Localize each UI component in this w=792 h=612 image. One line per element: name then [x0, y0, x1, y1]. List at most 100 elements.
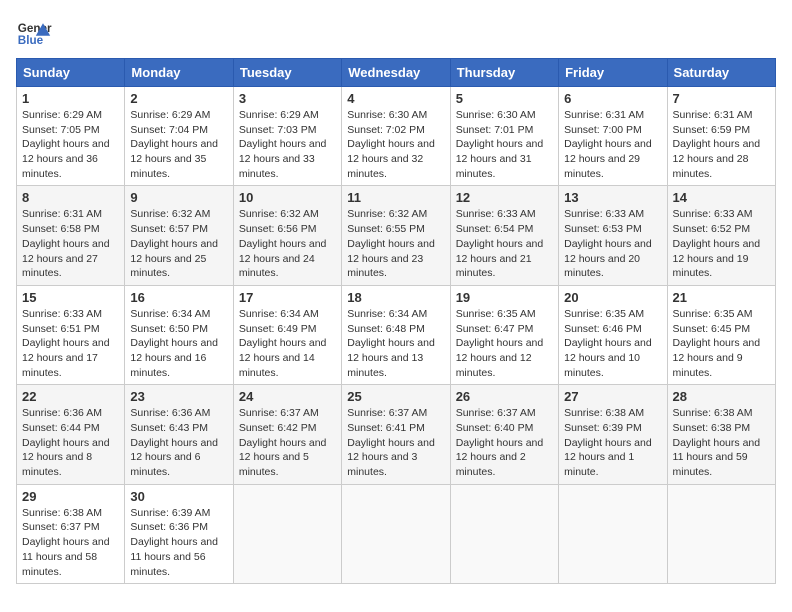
- day-info: Sunrise: 6:37 AMSunset: 6:41 PMDaylight …: [347, 406, 444, 479]
- calendar-cell: [667, 484, 775, 583]
- day-info: Sunrise: 6:32 AMSunset: 6:57 PMDaylight …: [130, 207, 227, 280]
- day-number: 16: [130, 290, 227, 305]
- day-number: 21: [673, 290, 770, 305]
- day-number: 5: [456, 91, 553, 106]
- calendar-cell: 24 Sunrise: 6:37 AMSunset: 6:42 PMDayligh…: [233, 385, 341, 484]
- svg-text:Blue: Blue: [18, 34, 44, 47]
- calendar-cell: [450, 484, 558, 583]
- calendar-cell: 3 Sunrise: 6:29 AMSunset: 7:03 PMDaylight…: [233, 87, 341, 186]
- day-info: Sunrise: 6:36 AMSunset: 6:44 PMDaylight …: [22, 406, 119, 479]
- calendar-cell: 30Sunrise: 6:39 AMSunset: 6:36 PMDayligh…: [125, 484, 233, 583]
- weekday-header-sunday: Sunday: [17, 59, 125, 87]
- calendar-cell: 27 Sunrise: 6:38 AMSunset: 6:39 PMDayligh…: [559, 385, 667, 484]
- calendar-cell: 26 Sunrise: 6:37 AMSunset: 6:40 PMDayligh…: [450, 385, 558, 484]
- day-number: 10: [239, 190, 336, 205]
- day-number: 23: [130, 389, 227, 404]
- day-number: 19: [456, 290, 553, 305]
- day-info: Sunrise: 6:33 AMSunset: 6:51 PMDaylight …: [22, 307, 119, 380]
- day-info: Sunrise: 6:29 AMSunset: 7:04 PMDaylight …: [130, 108, 227, 181]
- calendar-cell: [342, 484, 450, 583]
- weekday-header-friday: Friday: [559, 59, 667, 87]
- day-number: 6: [564, 91, 661, 106]
- day-number: 17: [239, 290, 336, 305]
- weekday-header-saturday: Saturday: [667, 59, 775, 87]
- day-info: Sunrise: 6:34 AMSunset: 6:48 PMDaylight …: [347, 307, 444, 380]
- calendar-cell: 2 Sunrise: 6:29 AMSunset: 7:04 PMDaylight…: [125, 87, 233, 186]
- day-number: 29: [22, 489, 119, 504]
- calendar-cell: 10 Sunrise: 6:32 AMSunset: 6:56 PMDayligh…: [233, 186, 341, 285]
- calendar-cell: 21 Sunrise: 6:35 AMSunset: 6:45 PMDayligh…: [667, 285, 775, 384]
- logo: General Blue: [16, 16, 52, 52]
- weekday-header-tuesday: Tuesday: [233, 59, 341, 87]
- day-info: Sunrise: 6:37 AMSunset: 6:40 PMDaylight …: [456, 406, 553, 479]
- weekday-header-thursday: Thursday: [450, 59, 558, 87]
- day-number: 14: [673, 190, 770, 205]
- day-info: Sunrise: 6:35 AMSunset: 6:47 PMDaylight …: [456, 307, 553, 380]
- day-number: 7: [673, 91, 770, 106]
- day-number: 4: [347, 91, 444, 106]
- calendar-cell: [559, 484, 667, 583]
- weekday-header-wednesday: Wednesday: [342, 59, 450, 87]
- calendar-cell: 6 Sunrise: 6:31 AMSunset: 7:00 PMDaylight…: [559, 87, 667, 186]
- day-info: Sunrise: 6:31 AMSunset: 6:59 PMDaylight …: [673, 108, 770, 181]
- day-number: 24: [239, 389, 336, 404]
- calendar-cell: 14 Sunrise: 6:33 AMSunset: 6:52 PMDayligh…: [667, 186, 775, 285]
- day-info: Sunrise: 6:31 AMSunset: 6:58 PMDaylight …: [22, 207, 119, 280]
- calendar-cell: [233, 484, 341, 583]
- day-info: Sunrise: 6:37 AMSunset: 6:42 PMDaylight …: [239, 406, 336, 479]
- day-number: 22: [22, 389, 119, 404]
- calendar-cell: 17 Sunrise: 6:34 AMSunset: 6:49 PMDayligh…: [233, 285, 341, 384]
- calendar-cell: 1 Sunrise: 6:29 AMSunset: 7:05 PMDaylight…: [17, 87, 125, 186]
- calendar-cell: 16 Sunrise: 6:34 AMSunset: 6:50 PMDayligh…: [125, 285, 233, 384]
- day-number: 27: [564, 389, 661, 404]
- day-number: 8: [22, 190, 119, 205]
- day-number: 26: [456, 389, 553, 404]
- calendar-cell: 12Sunrise: 6:33 AMSunset: 6:54 PMDayligh…: [450, 186, 558, 285]
- day-info: Sunrise: 6:29 AMSunset: 7:03 PMDaylight …: [239, 108, 336, 181]
- calendar-cell: 28 Sunrise: 6:38 AMSunset: 6:38 PMDayligh…: [667, 385, 775, 484]
- day-info: Sunrise: 6:33 AMSunset: 6:53 PMDaylight …: [564, 207, 661, 280]
- day-info: Sunrise: 6:30 AMSunset: 7:02 PMDaylight …: [347, 108, 444, 181]
- day-info: Sunrise: 6:29 AMSunset: 7:05 PMDaylight …: [22, 108, 119, 181]
- day-info: Sunrise: 6:38 AMSunset: 6:38 PMDaylight …: [673, 406, 770, 479]
- weekday-header-monday: Monday: [125, 59, 233, 87]
- day-info: Sunrise: 6:35 AMSunset: 6:46 PMDaylight …: [564, 307, 661, 380]
- day-info: Sunrise: 6:33 AMSunset: 6:54 PMDaylight …: [456, 207, 553, 280]
- day-number: 30: [130, 489, 227, 504]
- day-number: 2: [130, 91, 227, 106]
- day-number: 28: [673, 389, 770, 404]
- day-number: 18: [347, 290, 444, 305]
- calendar-cell: 7 Sunrise: 6:31 AMSunset: 6:59 PMDaylight…: [667, 87, 775, 186]
- calendar-cell: 29 Sunrise: 6:38 AMSunset: 6:37 PMDayligh…: [17, 484, 125, 583]
- day-number: 13: [564, 190, 661, 205]
- day-info: Sunrise: 6:38 AMSunset: 6:39 PMDaylight …: [564, 406, 661, 479]
- calendar-cell: 22 Sunrise: 6:36 AMSunset: 6:44 PMDayligh…: [17, 385, 125, 484]
- calendar-cell: 4 Sunrise: 6:30 AMSunset: 7:02 PMDaylight…: [342, 87, 450, 186]
- calendar-cell: 5 Sunrise: 6:30 AMSunset: 7:01 PMDaylight…: [450, 87, 558, 186]
- calendar-table: SundayMondayTuesdayWednesdayThursdayFrid…: [16, 58, 776, 584]
- calendar-cell: 9 Sunrise: 6:32 AMSunset: 6:57 PMDaylight…: [125, 186, 233, 285]
- calendar-cell: 23 Sunrise: 6:36 AMSunset: 6:43 PMDayligh…: [125, 385, 233, 484]
- calendar-cell: 15 Sunrise: 6:33 AMSunset: 6:51 PMDayligh…: [17, 285, 125, 384]
- day-info: Sunrise: 6:36 AMSunset: 6:43 PMDaylight …: [130, 406, 227, 479]
- calendar-cell: 13 Sunrise: 6:33 AMSunset: 6:53 PMDayligh…: [559, 186, 667, 285]
- calendar-cell: 20 Sunrise: 6:35 AMSunset: 6:46 PMDayligh…: [559, 285, 667, 384]
- day-info: Sunrise: 6:35 AMSunset: 6:45 PMDaylight …: [673, 307, 770, 380]
- calendar-cell: 19 Sunrise: 6:35 AMSunset: 6:47 PMDayligh…: [450, 285, 558, 384]
- day-info: Sunrise: 6:33 AMSunset: 6:52 PMDaylight …: [673, 207, 770, 280]
- day-info: Sunrise: 6:30 AMSunset: 7:01 PMDaylight …: [456, 108, 553, 181]
- day-number: 20: [564, 290, 661, 305]
- day-number: 3: [239, 91, 336, 106]
- day-number: 9: [130, 190, 227, 205]
- day-info: Sunrise: 6:32 AMSunset: 6:55 PMDaylight …: [347, 207, 444, 280]
- day-number: 1: [22, 91, 119, 106]
- day-info: Sunrise: 6:34 AMSunset: 6:49 PMDaylight …: [239, 307, 336, 380]
- day-info: Sunrise: 6:32 AMSunset: 6:56 PMDaylight …: [239, 207, 336, 280]
- day-info: Sunrise: 6:34 AMSunset: 6:50 PMDaylight …: [130, 307, 227, 380]
- calendar-cell: 18 Sunrise: 6:34 AMSunset: 6:48 PMDayligh…: [342, 285, 450, 384]
- day-info: Sunrise: 6:38 AMSunset: 6:37 PMDaylight …: [22, 506, 119, 579]
- calendar-cell: 11Sunrise: 6:32 AMSunset: 6:55 PMDayligh…: [342, 186, 450, 285]
- calendar-cell: 8 Sunrise: 6:31 AMSunset: 6:58 PMDaylight…: [17, 186, 125, 285]
- day-number: 15: [22, 290, 119, 305]
- day-info: Sunrise: 6:31 AMSunset: 7:00 PMDaylight …: [564, 108, 661, 181]
